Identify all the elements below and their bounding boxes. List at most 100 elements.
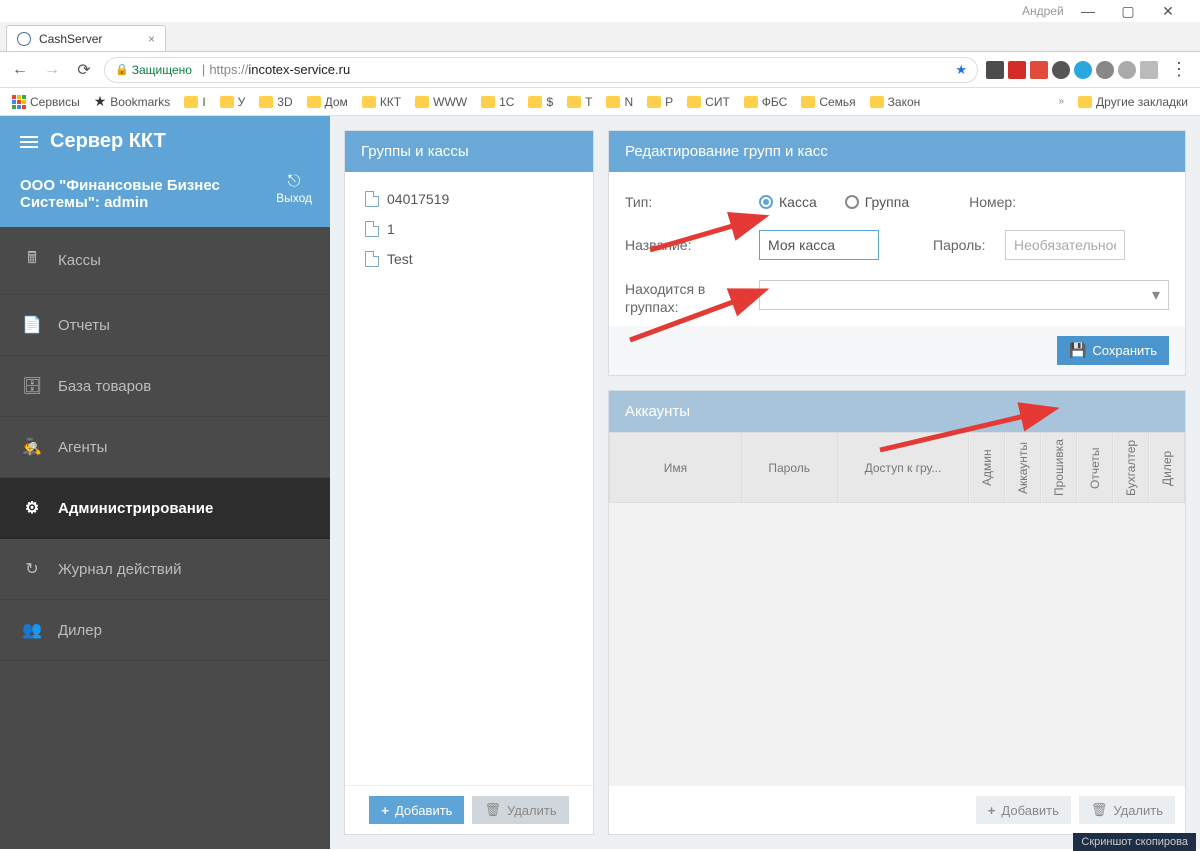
other-bookmarks[interactable]: Другие закладки [1072, 93, 1194, 111]
os-username: Андрей [1022, 4, 1064, 18]
bookmark-folder[interactable]: Семья [795, 93, 861, 111]
browser-tab[interactable]: CashServer × [6, 25, 166, 51]
logout-button[interactable]: ⎋ Выход [276, 173, 312, 205]
plus-icon: + [381, 803, 389, 818]
bookmark-folder[interactable]: Закон [864, 93, 927, 111]
col-dealer[interactable]: Дилер [1149, 433, 1185, 503]
main-content: Группы и кассы 04017519 1 Test +Добавить… [330, 116, 1200, 849]
bookmark-folder[interactable]: $ [522, 93, 559, 111]
menu-icon[interactable] [20, 136, 38, 148]
bookmark-folder[interactable]: Дом [301, 93, 354, 111]
browser-menu-button[interactable]: ⋮ [1166, 59, 1192, 80]
tab-favicon [17, 32, 31, 46]
extension-icon[interactable] [1052, 61, 1070, 79]
file-icon [365, 221, 379, 237]
bookmark-folder[interactable]: WWW [409, 93, 473, 111]
delete-account-button[interactable]: 🗑Удалить [1079, 796, 1175, 824]
window-close-button[interactable]: ✕ [1148, 3, 1188, 20]
bookmark-folder[interactable]: СИТ [681, 93, 736, 111]
tree-item[interactable]: 04017519 [361, 184, 577, 214]
accounts-body: Имя Пароль Доступ к гру... Админ Аккаунт… [609, 432, 1185, 786]
sidebar-item-goods[interactable]: 🗄База товаров [0, 356, 330, 417]
col-access[interactable]: Доступ к гру... [837, 433, 969, 503]
sidebar-item-admin[interactable]: ⚙Администрирование [0, 478, 330, 539]
accounts-panel: Аккаунты Имя Пароль Доступ к гру... Адми… [608, 390, 1186, 835]
nav-back-button[interactable]: ← [8, 61, 32, 79]
document-icon: 📄 [22, 315, 42, 335]
tab-close-icon[interactable]: × [148, 32, 155, 46]
url-input[interactable]: Защищено | https:// incotex-service.ru ★ [104, 57, 978, 83]
groups-label: Находится в группах: [625, 280, 725, 316]
extension-icon[interactable] [1140, 61, 1158, 79]
col-pass[interactable]: Пароль [741, 433, 837, 503]
window-maximize-button[interactable]: ▢ [1108, 3, 1148, 20]
window-minimize-button[interactable]: — [1068, 3, 1108, 19]
col-admin[interactable]: Админ [969, 433, 1005, 503]
extension-icon[interactable] [1118, 61, 1136, 79]
delete-group-button[interactable]: 🗑Удалить [472, 796, 568, 824]
bookmark-folder[interactable]: У [214, 93, 252, 111]
groups-tree: 04017519 1 Test [345, 172, 593, 785]
plus-icon: + [988, 803, 996, 818]
tree-item[interactable]: 1 [361, 214, 577, 244]
chevron-down-icon: ▾ [1152, 285, 1160, 305]
name-input[interactable] [759, 230, 879, 260]
agent-icon: 🕵 [22, 437, 42, 457]
apps-button[interactable]: Сервисы [6, 93, 86, 111]
bookmark-folder[interactable]: 1С [475, 93, 520, 111]
sidebar: Сервер ККТ ООО "Финансовые Бизнес Систем… [0, 116, 330, 849]
sidebar-item-kassy[interactable]: 🖩Кассы [0, 227, 330, 295]
save-button[interactable]: 💾Сохранить [1057, 336, 1169, 365]
extension-icon[interactable] [986, 61, 1004, 79]
nav-forward-button[interactable]: → [40, 61, 64, 79]
app-title: Сервер ККТ [0, 116, 330, 167]
right-column: Редактирование групп и касс Тип: Касса Г… [608, 130, 1186, 835]
type-radio-group[interactable]: Группа [845, 194, 909, 210]
col-name[interactable]: Имя [610, 433, 742, 503]
groups-panel-footer: +Добавить 🗑Удалить [345, 785, 593, 834]
extension-icon[interactable] [1030, 61, 1048, 79]
extension-icon[interactable] [1074, 61, 1092, 79]
edit-panel-header: Редактирование групп и касс [609, 131, 1185, 172]
bookmark-folder[interactable]: Р [641, 93, 679, 111]
calculator-icon: 🖩 [22, 247, 42, 274]
password-input[interactable] [1005, 230, 1125, 260]
bookmark-folder[interactable]: ФБС [738, 93, 794, 111]
edit-form: Тип: Касса Группа Номер: Название: Парол… [609, 172, 1185, 375]
save-icon: 💾 [1069, 342, 1086, 359]
number-label: Номер: [969, 194, 1029, 210]
bookmark-folder[interactable]: ККТ [356, 93, 407, 111]
add-group-button[interactable]: +Добавить [369, 796, 464, 824]
tree-item[interactable]: Test [361, 244, 577, 274]
bookmark-overflow[interactable]: » [1050, 94, 1070, 109]
add-account-button[interactable]: +Добавить [976, 796, 1071, 824]
sidebar-item-agents[interactable]: 🕵Агенты [0, 417, 330, 478]
url-host: incotex-service.ru [248, 62, 350, 77]
col-accounts[interactable]: Аккаунты [1005, 433, 1041, 503]
browser-tabstrip: CashServer × [0, 22, 1200, 52]
bookmark-star-icon[interactable]: ★ [955, 62, 967, 78]
type-radio-kassa[interactable]: Касса [759, 194, 817, 210]
database-icon: 🗄 [22, 376, 42, 396]
browser-addressbar: ← → ⟳ Защищено | https:// incotex-servic… [0, 52, 1200, 88]
sidebar-item-reports[interactable]: 📄Отчеты [0, 295, 330, 356]
groups-select[interactable]: ▾ [759, 280, 1169, 310]
col-buh[interactable]: Бухгалтер [1113, 433, 1149, 503]
extension-icon[interactable] [1008, 61, 1026, 79]
accounts-panel-header: Аккаунты [609, 391, 1185, 432]
extension-icon[interactable] [1096, 61, 1114, 79]
accounts-empty [609, 503, 1185, 703]
toast-notification: Скриншот скопирова [1073, 833, 1196, 851]
col-reports[interactable]: Отчеты [1077, 433, 1113, 503]
bookmark-folder[interactable]: I [178, 93, 211, 111]
sidebar-item-log[interactable]: ↻Журнал действий [0, 539, 330, 600]
col-firmware[interactable]: Прошивка [1041, 433, 1077, 503]
bookmark-folder[interactable]: N [600, 93, 639, 111]
bookmark-folder[interactable]: ★Bookmarks [88, 91, 177, 112]
bookmark-folder[interactable]: T [561, 93, 598, 111]
sidebar-item-dealer[interactable]: 👥Дилер [0, 600, 330, 661]
gear-icon: ⚙ [22, 498, 42, 518]
nav-reload-button[interactable]: ⟳ [72, 60, 96, 80]
bookmark-folder[interactable]: 3D [253, 93, 298, 111]
groups-panel-header: Группы и кассы [345, 131, 593, 172]
